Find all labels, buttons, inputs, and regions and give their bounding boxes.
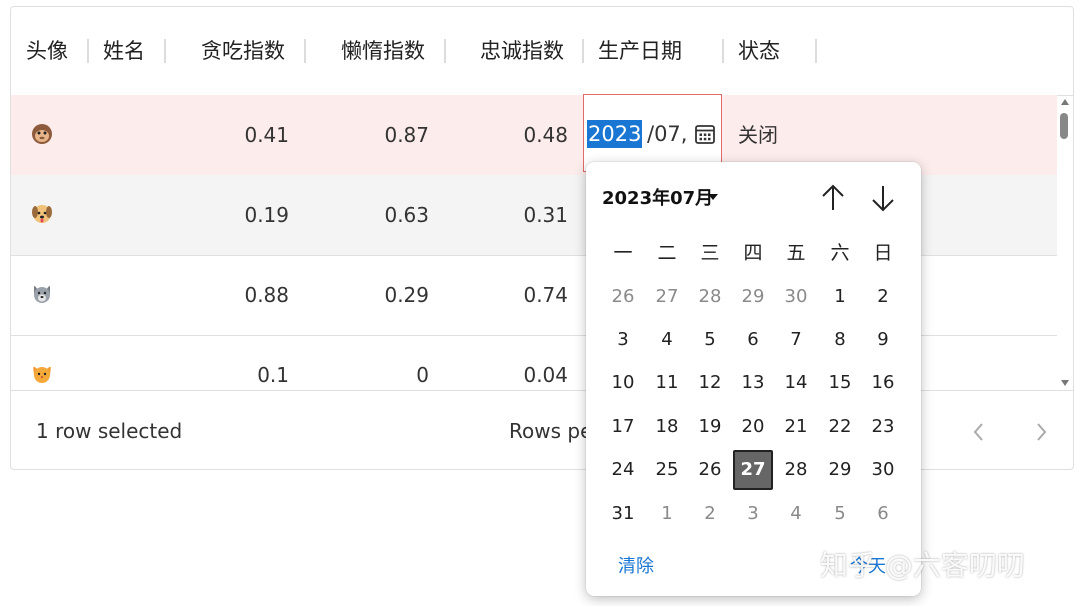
date-edit-cell[interactable]: 2023 /07, bbox=[583, 94, 722, 172]
calendar-day[interactable]: 10 bbox=[603, 363, 643, 403]
weekday-label: 三 bbox=[700, 242, 720, 264]
wolf-face-icon bbox=[34, 285, 50, 303]
col-header-loyal[interactable]: 忠诚指数 bbox=[480, 7, 564, 95]
calendar-day[interactable]: 14 bbox=[776, 363, 816, 403]
calendar-day[interactable]: 6 bbox=[733, 320, 773, 360]
weekday-label: 二 bbox=[657, 242, 677, 264]
calendar-day[interactable]: 29 bbox=[820, 450, 860, 490]
date-picker-popup: 2023年07月 一 二 三 四 五 六 日 26 27 28 29 30 1 2 3 4 5 6 7… bbox=[586, 162, 921, 596]
calendar-day[interactable]: 16 bbox=[863, 363, 903, 403]
calendar-day[interactable]: 4 bbox=[647, 320, 687, 360]
column-separator[interactable] bbox=[164, 39, 166, 63]
dog-face-icon bbox=[32, 205, 52, 223]
calendar-day[interactable]: 31 bbox=[603, 494, 643, 534]
greed-value[interactable]: 0.1 bbox=[189, 335, 289, 390]
loyal-value[interactable]: 0.48 bbox=[468, 95, 568, 175]
calendar-day[interactable]: 20 bbox=[733, 407, 773, 447]
chevron-down-icon[interactable] bbox=[708, 194, 718, 200]
previous-page-icon[interactable] bbox=[969, 421, 989, 443]
column-separator[interactable] bbox=[582, 39, 584, 63]
calendar-day[interactable]: 28 bbox=[690, 277, 730, 317]
date-rest-segment[interactable]: /07, bbox=[647, 120, 687, 148]
calendar-day[interactable]: 5 bbox=[820, 494, 860, 534]
calendar-day[interactable]: 1 bbox=[820, 277, 860, 317]
calendar-day[interactable]: 30 bbox=[863, 450, 903, 490]
calendar-day[interactable]: 26 bbox=[603, 277, 643, 317]
weekday-label: 六 bbox=[830, 242, 850, 264]
calendar-day[interactable]: 15 bbox=[820, 363, 860, 403]
column-separator[interactable] bbox=[87, 39, 89, 63]
col-header-greed[interactable]: 贪吃指数 bbox=[201, 7, 285, 95]
column-separator[interactable] bbox=[444, 39, 446, 63]
selected-count: 1 row selected bbox=[36, 419, 183, 443]
calendar-day[interactable]: 27 bbox=[647, 277, 687, 317]
calendar-day[interactable]: 13 bbox=[733, 363, 773, 403]
lazy-value[interactable]: 0 bbox=[329, 335, 429, 390]
calendar-day[interactable]: 7 bbox=[776, 320, 816, 360]
column-separator[interactable] bbox=[722, 39, 724, 63]
calendar-day[interactable]: 5 bbox=[690, 320, 730, 360]
cat-face-icon bbox=[33, 366, 51, 383]
calendar-day[interactable]: 3 bbox=[733, 494, 773, 534]
watermark: 知乎 @六客叨叨 bbox=[820, 549, 1025, 582]
scroll-down-icon[interactable] bbox=[1060, 379, 1070, 387]
rows-per-page-label: Rows pe bbox=[509, 419, 593, 443]
calendar-day[interactable]: 3 bbox=[603, 320, 643, 360]
col-header-avatar[interactable]: 头像 bbox=[26, 7, 68, 95]
calendar-day[interactable]: 21 bbox=[776, 407, 816, 447]
calendar-day[interactable]: 8 bbox=[820, 320, 860, 360]
calendar-icon[interactable] bbox=[694, 123, 716, 145]
column-separator[interactable] bbox=[304, 39, 306, 63]
arrow-up-icon[interactable] bbox=[818, 182, 848, 214]
loyal-value[interactable]: 0.31 bbox=[468, 175, 568, 255]
calendar-day[interactable]: 29 bbox=[733, 277, 773, 317]
greed-value[interactable]: 0.88 bbox=[189, 255, 289, 335]
vertical-scrollbar[interactable] bbox=[1057, 95, 1073, 390]
calendar-day[interactable]: 24 bbox=[603, 450, 643, 490]
calendar-day[interactable]: 19 bbox=[690, 407, 730, 447]
column-separator[interactable] bbox=[815, 39, 817, 63]
calendar-day[interactable]: 1 bbox=[647, 494, 687, 534]
monkey-face-icon bbox=[32, 124, 52, 144]
calendar-day[interactable]: 2 bbox=[690, 494, 730, 534]
weekday-label: 四 bbox=[743, 242, 763, 264]
col-header-date[interactable]: 生产日期 bbox=[598, 7, 682, 95]
loyal-value[interactable]: 0.74 bbox=[468, 255, 568, 335]
col-header-lazy[interactable]: 懒惰指数 bbox=[341, 7, 425, 95]
lazy-value[interactable]: 0.29 bbox=[329, 255, 429, 335]
grid-header: 头像 姓名 贪吃指数 懒惰指数 忠诚指数 生产日期 状态 bbox=[11, 7, 1073, 96]
calendar-day[interactable]: 22 bbox=[820, 407, 860, 447]
arrow-down-icon[interactable] bbox=[868, 182, 898, 214]
calendar-day-selected[interactable]: 27 bbox=[733, 450, 773, 490]
col-header-status[interactable]: 状态 bbox=[738, 7, 780, 95]
calendar-day[interactable]: 18 bbox=[647, 407, 687, 447]
col-header-name[interactable]: 姓名 bbox=[103, 7, 145, 95]
scroll-thumb[interactable] bbox=[1060, 113, 1068, 139]
lazy-value[interactable]: 0.87 bbox=[329, 95, 429, 175]
calendar-day[interactable]: 9 bbox=[863, 320, 903, 360]
scroll-up-icon[interactable] bbox=[1060, 98, 1070, 106]
weekday-label: 五 bbox=[786, 242, 806, 264]
weekday-label: 一 bbox=[613, 242, 633, 264]
calendar-day[interactable]: 4 bbox=[776, 494, 816, 534]
calendar-day[interactable]: 23 bbox=[863, 407, 903, 447]
date-year-segment[interactable]: 2023 bbox=[587, 120, 643, 148]
greed-value[interactable]: 0.19 bbox=[189, 175, 289, 255]
calendar-day[interactable]: 11 bbox=[647, 363, 687, 403]
calendar-day[interactable]: 26 bbox=[690, 450, 730, 490]
weekday-label: 日 bbox=[873, 242, 893, 264]
calendar-day[interactable]: 25 bbox=[647, 450, 687, 490]
clear-button[interactable]: 清除 bbox=[618, 552, 654, 578]
next-page-icon[interactable] bbox=[1031, 421, 1051, 443]
calendar-day[interactable]: 2 bbox=[863, 277, 903, 317]
month-year-label[interactable]: 2023年07月 bbox=[602, 184, 713, 210]
calendar-day[interactable]: 6 bbox=[863, 494, 903, 534]
calendar-day[interactable]: 17 bbox=[603, 407, 643, 447]
calendar-day[interactable]: 30 bbox=[776, 277, 816, 317]
calendar-day[interactable]: 12 bbox=[690, 363, 730, 403]
lazy-value[interactable]: 0.63 bbox=[329, 175, 429, 255]
loyal-value[interactable]: 0.04 bbox=[468, 335, 568, 390]
calendar-day[interactable]: 28 bbox=[776, 450, 816, 490]
greed-value[interactable]: 0.41 bbox=[189, 95, 289, 175]
